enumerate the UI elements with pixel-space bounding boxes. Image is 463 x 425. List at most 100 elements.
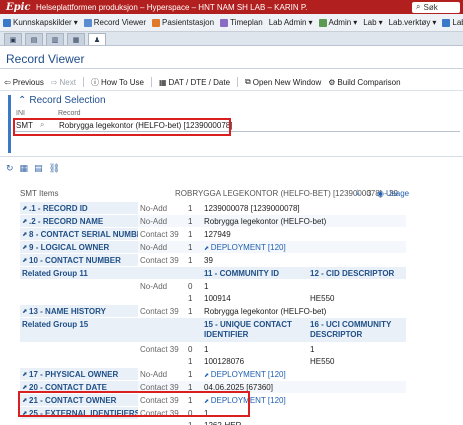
workspace-tabbar: ▣ ▤ ▥ ▦ ♟ xyxy=(0,32,463,46)
chevron-down-icon: ▾ xyxy=(432,18,437,27)
menu-label: Lab.verktøy xyxy=(388,18,431,27)
item-value[interactable]: ⬈ DEPLOYMENT [120] xyxy=(204,370,286,379)
item-value[interactable]: ⬈ DEPLOYMENT [120] xyxy=(204,243,286,252)
menu-icon xyxy=(152,18,161,27)
menu-item-lab-verkt-y[interactable]: Lab.verktøy ▾ xyxy=(389,18,437,27)
menu-item-record-viewer[interactable]: Record Viewer xyxy=(83,18,147,27)
group-cell: 0 xyxy=(188,345,193,354)
item-name[interactable]: ⬈ 17 - PHYSICAL OWNER xyxy=(20,368,138,380)
group-column: 12 - CID DESCRIPTOR xyxy=(310,269,395,278)
item-name[interactable]: ⬈ 10 - CONTACT NUMBER xyxy=(20,254,138,266)
item-value-text: Robrygga legekontor (HELFO-bet) xyxy=(204,217,327,226)
menu-item-lab-rapporter[interactable]: Lab.rapporter xyxy=(442,18,463,27)
item-line-number: 1 xyxy=(188,370,193,379)
items-label: SMT Items xyxy=(20,189,59,198)
tab-results[interactable]: ▦ xyxy=(67,33,85,45)
item-link-icon: ⬈ xyxy=(22,384,28,391)
item-link-icon: ⬈ xyxy=(22,205,28,212)
open-new-window-label: Open New Window xyxy=(252,77,322,87)
menu-icon xyxy=(318,18,327,27)
menu-item-timeplan[interactable]: Timeplan xyxy=(220,18,263,27)
build-comparison-button[interactable]: ⚙ Build Comparison xyxy=(328,78,400,87)
list-icon[interactable]: ▤ xyxy=(34,163,43,174)
item-value-text: 39 xyxy=(204,256,213,265)
activity-menubar: Kunnskapskilder ▾ Record Viewer Pasientstas… xyxy=(0,14,463,32)
search-icon: ⌕ xyxy=(416,2,421,11)
item-row: ⬈ .1 - RECORD ID No-Add 1 1239000078 [123900… xyxy=(20,202,406,214)
how-to-use-button[interactable]: ⓘ How To Use xyxy=(91,77,144,88)
menu-icon xyxy=(220,18,229,27)
item-name-text: 8 - CONTACT SERIAL NUMBER xyxy=(29,229,138,239)
section-accent-bar xyxy=(8,95,11,153)
item-row: ⬈ 8 - CONTACT SERIAL NUMBER Contact 39 1 127… xyxy=(20,228,406,240)
menu-item-pasientstasjon[interactable]: Pasientstasjon xyxy=(152,18,214,27)
tab-record-viewer[interactable]: ♟ xyxy=(88,33,106,45)
item-line-number: 1 xyxy=(188,243,193,252)
previous-label: Previous xyxy=(12,77,44,87)
menu-item-kunnskapskilder[interactable]: Kunnskapskilder ▾ xyxy=(3,18,78,27)
group-column: IDENTIFIER xyxy=(204,330,249,339)
record-selection-title: Record Selection xyxy=(29,95,106,106)
related-group-11-header: Related Group 11 11 - COMMUNITY ID 12 - CI… xyxy=(20,267,406,279)
grid-icon[interactable]: ▦ xyxy=(20,163,29,174)
item-row: ⬈ 10 - CONTACT NUMBER Contact 39 1 39 xyxy=(20,254,406,266)
tab-home[interactable]: ▣ xyxy=(4,33,22,45)
item-value-text: DEPLOYMENT [120] xyxy=(210,370,286,379)
group-row: 1 100128076 HE550 xyxy=(20,355,406,367)
item-name-text: 10 - CONTACT NUMBER xyxy=(29,255,121,265)
forward-arrow-icon: ⇨ xyxy=(50,77,58,87)
dat-label: DAT / DTE / Date xyxy=(168,77,231,87)
item-line-number: 1 xyxy=(188,217,193,226)
group-cell: 1 xyxy=(204,282,209,291)
toolbar: ⇦ Previous ⇨ Next ⓘ How To Use ▦ DAT / DTE /… xyxy=(4,76,401,88)
item-name-text: 9 - LOGICAL OWNER xyxy=(29,242,110,252)
item-value: Robrygga legekontor (HELFO-bet) xyxy=(204,217,326,226)
toolbar-separator xyxy=(237,77,239,87)
usage-link[interactable]: ◉ Usage xyxy=(377,189,409,198)
tab-orders[interactable]: ▥ xyxy=(46,33,64,45)
previous-button[interactable]: ⇦ Previous xyxy=(4,78,44,87)
menu-label: Pasientstasjon xyxy=(162,18,215,27)
record-selection-header[interactable]: ⌃ Record Selection xyxy=(18,95,106,106)
item-value: 39 xyxy=(204,256,213,265)
item-name-text: 17 - PHYSICAL OWNER xyxy=(29,369,119,379)
menu-label: Record Viewer xyxy=(93,18,147,27)
item-link-icon: ⬈ xyxy=(22,231,28,238)
group-column: 11 - COMMUNITY ID xyxy=(204,269,279,278)
item-name[interactable]: ⬈ 9 - LOGICAL OWNER xyxy=(20,241,138,253)
menu-item-admin[interactable]: Admin ▾ xyxy=(318,18,357,27)
item-line-number: 1 xyxy=(188,421,192,425)
item-context: No-Add xyxy=(140,204,168,213)
download-icon[interactable]: ⤓ xyxy=(356,188,360,198)
menu-item-lab-admin[interactable]: Lab Admin ▾ xyxy=(269,18,313,27)
item-link-icon: ⬈ xyxy=(22,257,28,264)
item-name[interactable]: ⬈ 8 - CONTACT SERIAL NUMBER xyxy=(20,228,138,240)
global-search[interactable]: ⌕ Søk xyxy=(412,1,460,13)
refresh-icon[interactable]: ↻ xyxy=(6,163,14,174)
item-value: Robrygga legekontor (HELFO-bet) xyxy=(204,307,326,316)
tab-chart[interactable]: ▤ xyxy=(25,33,43,45)
item-context: Contact 39 xyxy=(140,307,179,316)
item-name[interactable]: ⬈ .1 - RECORD ID xyxy=(20,202,138,214)
item-context: No-Add xyxy=(140,370,168,379)
toolbar-separator xyxy=(150,77,152,87)
group-cell: 1 xyxy=(188,357,193,366)
group-column: 15 - UNIQUE CONTACT xyxy=(204,320,292,329)
item-name[interactable]: ⬈ .2 - RECORD NAME xyxy=(20,215,138,227)
open-new-window-button[interactable]: ⧉ Open New Window xyxy=(245,77,321,87)
group-row: 1 100914 HE550 xyxy=(20,292,406,304)
item-row: ⬈ 9 - LOGICAL OWNER No-Add 1 ⬈ DEPLOYMENT [1… xyxy=(20,241,406,253)
item-context: No-Add xyxy=(140,217,168,226)
menu-item-lab[interactable]: Lab ▾ xyxy=(363,18,382,27)
group-cell: HE550 xyxy=(310,294,335,303)
group-row: No-Add 0 1 xyxy=(20,280,406,292)
chevron-down-icon: ▾ xyxy=(73,18,78,27)
next-button[interactable]: ⇨ Next xyxy=(51,78,76,87)
item-line-number: 1 xyxy=(188,204,193,213)
link-icon[interactable]: ⛓ xyxy=(49,163,60,174)
item-name[interactable]: ⬈ 13 - NAME HISTORY xyxy=(20,305,138,317)
dat-button[interactable]: ▦ DAT / DTE / Date xyxy=(159,78,230,87)
link-icon: ⬈ xyxy=(204,246,211,252)
related-group-15-header: Related Group 15 15 - UNIQUE CONTACT IDENT… xyxy=(20,318,406,342)
items-header: SMT Items ROBRYGGA LEGEKONTOR (HELFO-BET… xyxy=(0,186,463,200)
